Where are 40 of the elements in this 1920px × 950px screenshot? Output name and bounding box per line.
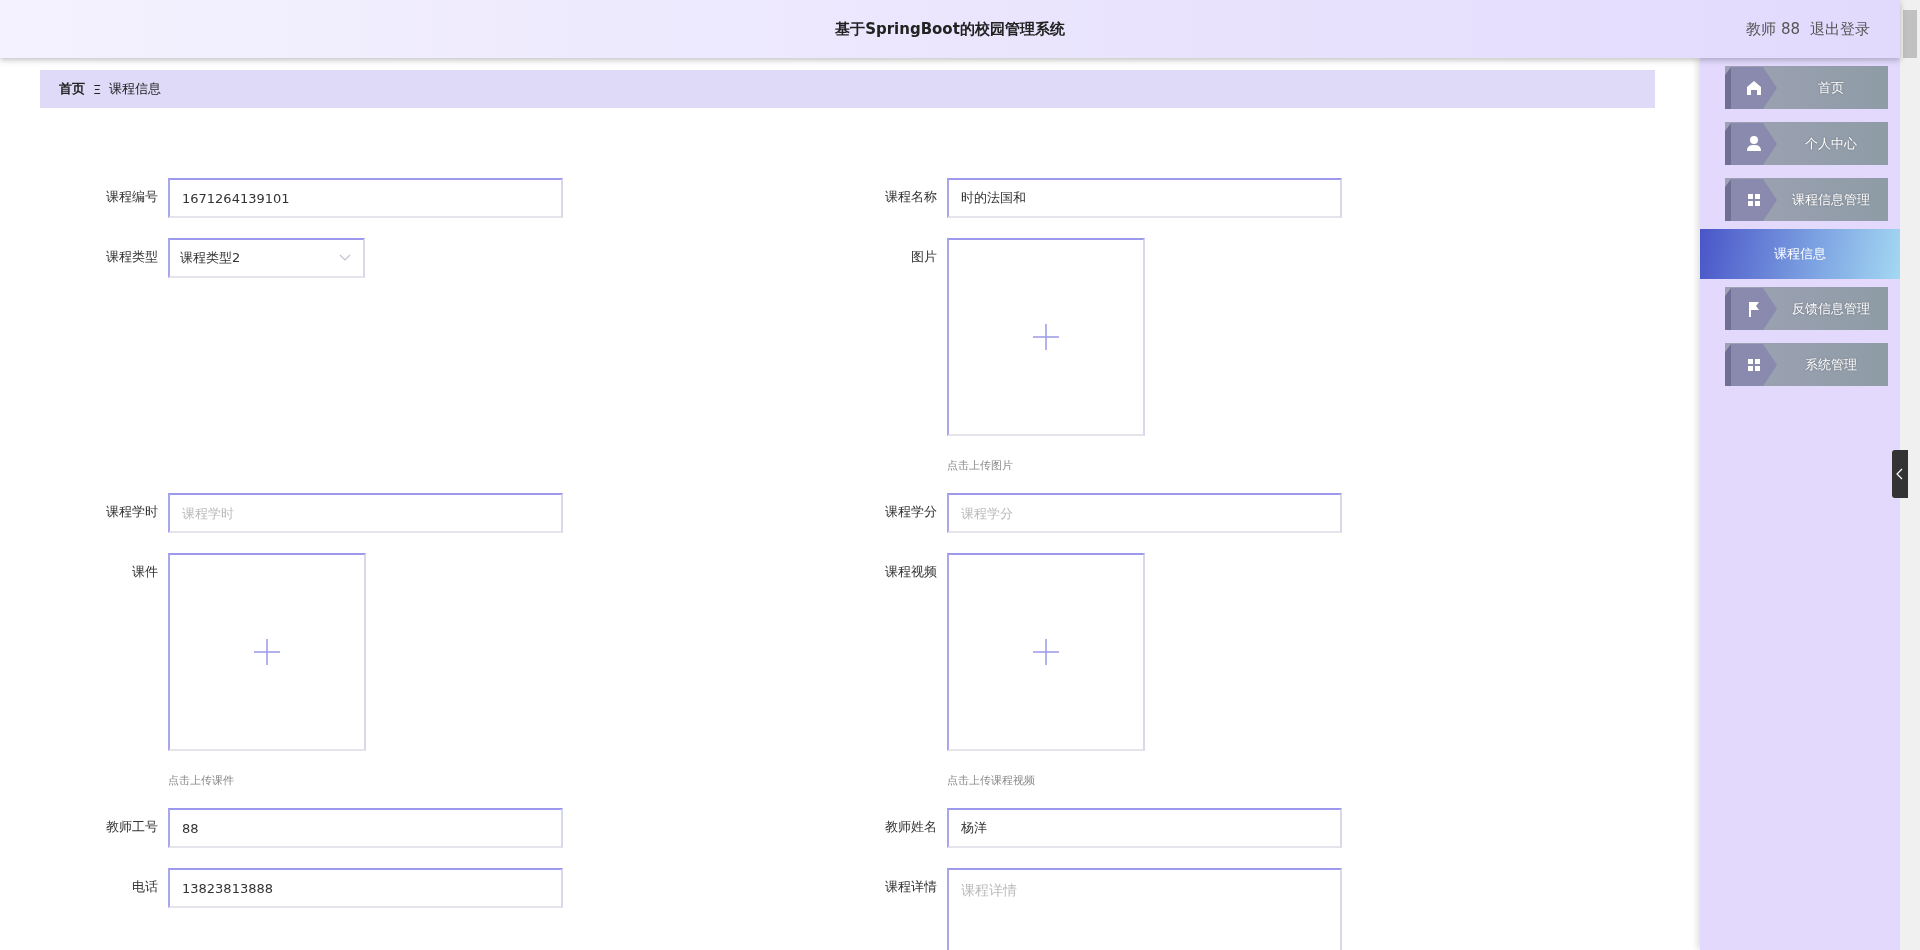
scrollbar[interactable] bbox=[1900, 0, 1920, 950]
upload-hint: 点击上传图片 bbox=[947, 458, 1014, 473]
chevron-left-icon bbox=[1896, 468, 1904, 480]
field-label: 课程名称 bbox=[884, 188, 937, 206]
upload-hint: 点击上传课件 bbox=[168, 773, 235, 788]
field-label: 教师工号 bbox=[105, 818, 158, 836]
plus-icon bbox=[1032, 638, 1060, 666]
upload-box[interactable] bbox=[947, 553, 1145, 751]
input-field[interactable]: 杨洋 bbox=[947, 808, 1342, 848]
textarea-field[interactable]: 课程详情 bbox=[947, 868, 1342, 950]
field-label: 课程视频 bbox=[884, 563, 937, 581]
field-label: 电话 bbox=[131, 878, 158, 896]
breadcrumb-current: 课程信息 bbox=[109, 80, 162, 98]
input-field[interactable]: 时的法国和 bbox=[947, 178, 1342, 218]
caret-icon bbox=[339, 254, 351, 262]
field-label: 课程类型 bbox=[105, 248, 158, 266]
app-title: 基于SpringBoot的校园管理系统 bbox=[835, 19, 1065, 39]
upload-hint: 点击上传课程视频 bbox=[947, 773, 1036, 788]
field-label: 图片 bbox=[910, 248, 937, 266]
field-label: 课程学分 bbox=[884, 503, 937, 521]
input-field[interactable]: 课程学时 bbox=[168, 493, 563, 533]
input-field[interactable]: 1671264139101 bbox=[168, 178, 563, 218]
plus-icon bbox=[1032, 323, 1060, 351]
field-label: 教师姓名 bbox=[884, 818, 937, 836]
field-label: 课程详情 bbox=[884, 878, 937, 896]
select-field[interactable]: 课程类型2 bbox=[168, 238, 365, 278]
field-label: 课程编号 bbox=[105, 188, 158, 206]
breadcrumb-link[interactable]: 首页 bbox=[59, 80, 85, 98]
user-name: 教师 88 bbox=[1746, 20, 1800, 39]
upload-box[interactable] bbox=[168, 553, 366, 751]
upload-box[interactable] bbox=[947, 238, 1145, 436]
input-field[interactable]: 13823813888 bbox=[168, 868, 563, 908]
collapse-handle[interactable] bbox=[1892, 450, 1908, 498]
input-field[interactable]: 88 bbox=[168, 808, 563, 848]
breadcrumb-separator: Ξ bbox=[93, 81, 102, 97]
field-label: 课件 bbox=[131, 563, 158, 581]
field-label: 课程学时 bbox=[105, 503, 158, 521]
plus-icon bbox=[253, 638, 281, 666]
input-field[interactable]: 课程学分 bbox=[947, 493, 1342, 533]
logout-link[interactable]: 退出登录 bbox=[1810, 20, 1870, 39]
